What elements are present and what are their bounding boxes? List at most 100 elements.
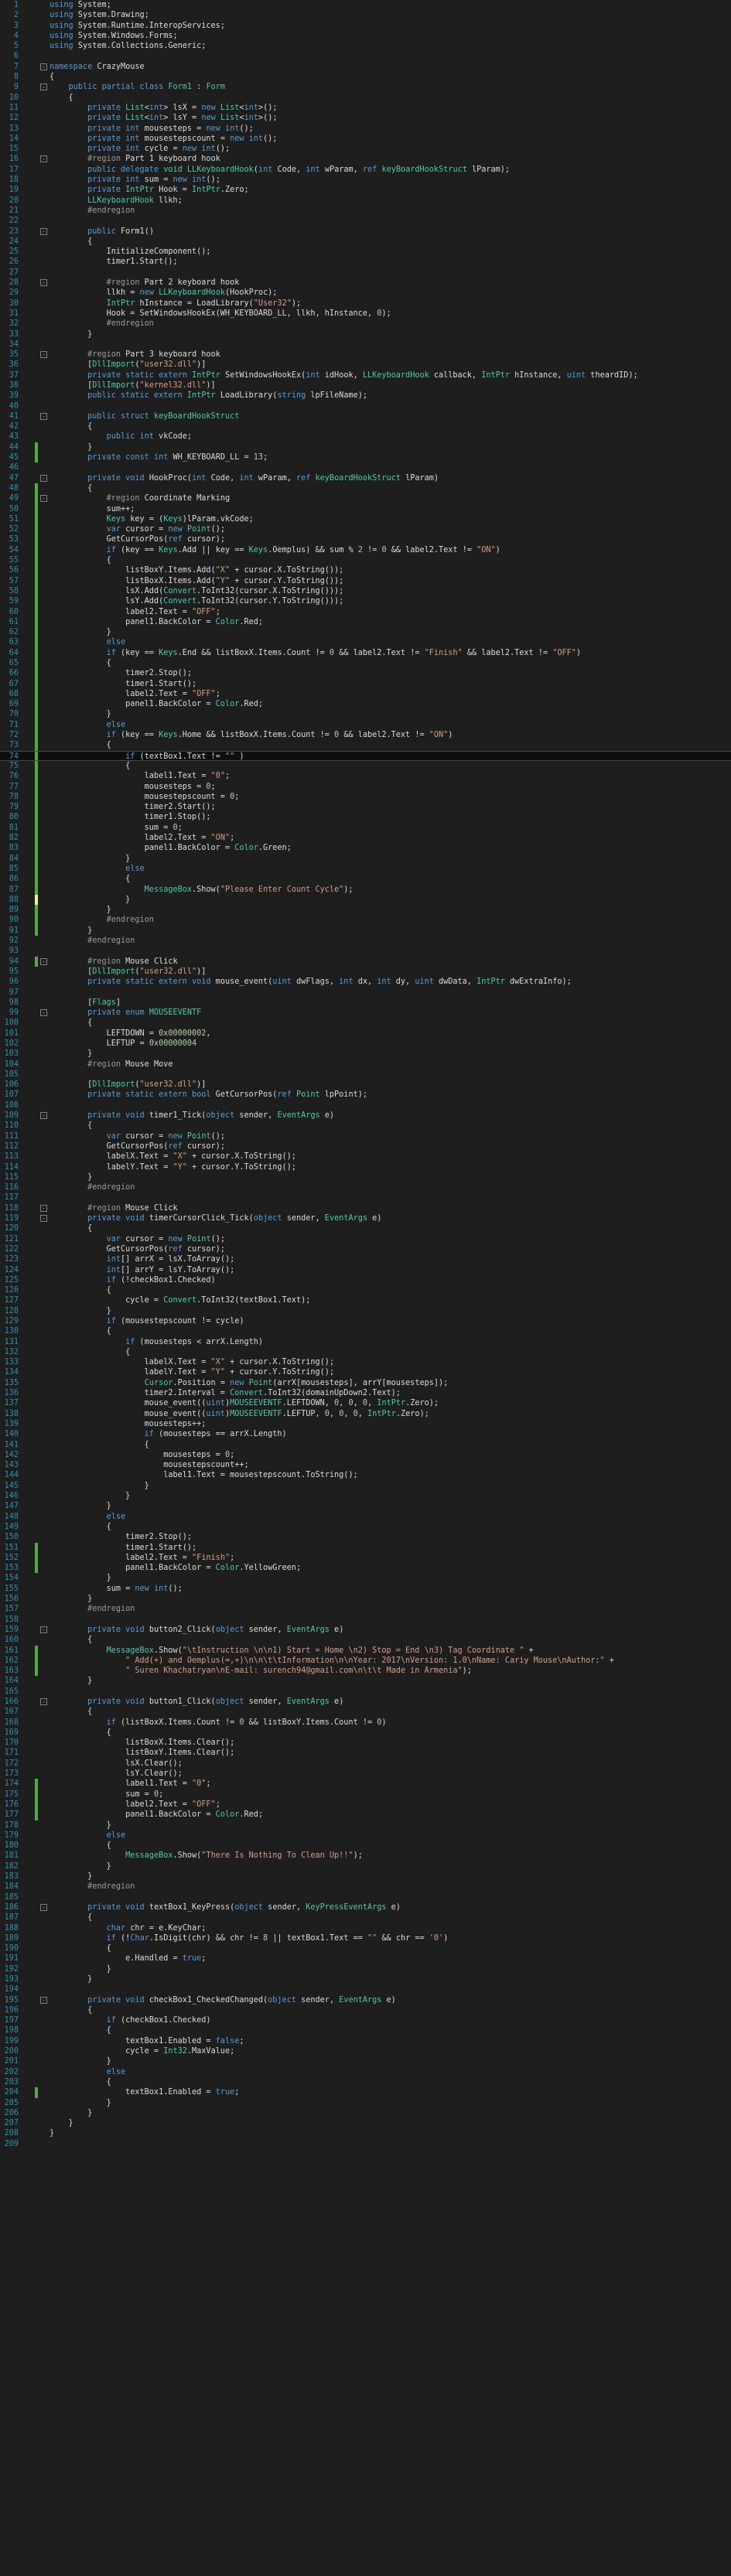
code-line[interactable]: 156 } xyxy=(0,1594,731,1604)
code-line[interactable]: 186 - private void textBox1_KeyPress(obje… xyxy=(0,1902,731,1912)
code-line[interactable]: 4 using System.Windows.Forms; xyxy=(0,31,731,41)
code-line[interactable]: 17 public delegate void LLKeyboardHook(i… xyxy=(0,165,731,175)
code-line[interactable]: 138 mouse_event((uint)MOUSEEVENTF.LEFTUP… xyxy=(0,1409,731,1419)
code-line[interactable]: 95 [DllImport("user32.dll")] xyxy=(0,967,731,977)
code-line[interactable]: 123 int[] arrX = lsX.ToArray(); xyxy=(0,1254,731,1264)
code-line[interactable]: 190 { xyxy=(0,1943,731,1953)
code-line[interactable]: 145 } xyxy=(0,1481,731,1491)
code-line[interactable]: 206 } xyxy=(0,2108,731,2118)
code-line[interactable]: 134 labelY.Text = "Y" + cursor.Y.ToStrin… xyxy=(0,1367,731,1377)
code-line[interactable]: 179 else xyxy=(0,1830,731,1841)
code-line[interactable]: 129 if (mousestepscount != cycle) xyxy=(0,1316,731,1326)
code-line[interactable]: 191 e.Handled = true; xyxy=(0,1953,731,1964)
code-line[interactable]: 79 timer2.Start(); xyxy=(0,802,731,813)
code-line[interactable]: 70 } xyxy=(0,709,731,720)
code-line[interactable]: 8{ xyxy=(0,72,731,82)
code-line[interactable]: 1 using System; xyxy=(0,0,731,10)
code-line[interactable]: 125 if (!checkBox1.Checked) xyxy=(0,1275,731,1285)
code-line[interactable]: 96 private static extern void mouse_even… xyxy=(0,977,731,987)
collapse-icon[interactable]: - xyxy=(40,227,47,235)
code-line[interactable]: 188 char chr = e.KeyChar; xyxy=(0,1923,731,1933)
code-line[interactable]: 55 { xyxy=(0,555,731,566)
collapse-icon[interactable]: - xyxy=(40,1903,47,1911)
code-line[interactable]: 82 label2.Text = "ON"; xyxy=(0,833,731,844)
code-line[interactable]: 150 timer2.Stop(); xyxy=(0,1532,731,1542)
code-line[interactable]: 65 { xyxy=(0,658,731,669)
code-line[interactable]: 171 listBoxY.Items.Clear(); xyxy=(0,1748,731,1758)
code-line[interactable]: 146 } xyxy=(0,1491,731,1501)
code-line[interactable]: 139 mousesteps++; xyxy=(0,1419,731,1429)
code-line[interactable]: 90 #endregion xyxy=(0,915,731,926)
code-line[interactable]: 205 } xyxy=(0,2098,731,2108)
code-line[interactable]: 22 xyxy=(0,216,731,226)
collapse-icon[interactable]: - xyxy=(40,1626,47,1633)
code-line[interactable]: 192 } xyxy=(0,1964,731,1974)
code-line[interactable]: 53 GetCursorPos(ref cursor); xyxy=(0,534,731,545)
code-line[interactable]: 69 panel1.BackColor = Color.Red; xyxy=(0,699,731,710)
code-line[interactable]: 101 LEFTDOWN = 0x00000002, xyxy=(0,1029,731,1039)
code-line[interactable]: 48 { xyxy=(0,483,731,494)
code-line[interactable]: 34 xyxy=(0,339,731,350)
code-line[interactable]: 2 using System.Drawing; xyxy=(0,10,731,20)
code-line[interactable]: 118 - #region Mouse Click xyxy=(0,1203,731,1213)
code-line[interactable]: 74 if (textBox1.Text != "" ) xyxy=(0,750,731,761)
collapse-icon[interactable]: - xyxy=(40,1996,47,2004)
code-line[interactable]: 182 } xyxy=(0,1861,731,1871)
code-line[interactable]: 167 { xyxy=(0,1707,731,1717)
code-line[interactable]: 107 private static extern bool GetCursor… xyxy=(0,1090,731,1100)
code-line[interactable]: 85 else xyxy=(0,863,731,875)
code-line[interactable]: 177 panel1.BackColor = Color.Red; xyxy=(0,1810,731,1820)
code-line[interactable]: 169 { xyxy=(0,1728,731,1738)
collapse-icon[interactable]: - xyxy=(40,957,47,965)
code-line[interactable]: 84 } xyxy=(0,853,731,864)
code-line[interactable]: 189 if (!Char.IsDigit(chr) && chr != 8 |… xyxy=(0,1933,731,1943)
collapse-icon[interactable]: - xyxy=(40,63,47,70)
code-line[interactable]: 16 - #region Part 1 keyboard hook xyxy=(0,154,731,164)
collapse-icon[interactable]: - xyxy=(40,1112,47,1120)
code-line[interactable]: 158 xyxy=(0,1615,731,1625)
code-line[interactable]: 140 if (mousesteps == arrX.Length) xyxy=(0,1429,731,1439)
code-line[interactable]: 102 LEFTUP = 0x00000004 xyxy=(0,1039,731,1049)
code-line[interactable]: 141 { xyxy=(0,1440,731,1450)
code-line[interactable]: 195 - private void checkBox1_CheckedChang… xyxy=(0,1995,731,2005)
code-line[interactable]: 112 GetCursorPos(ref cursor); xyxy=(0,1141,731,1152)
code-line[interactable]: 149 { xyxy=(0,1522,731,1532)
code-line[interactable]: 122 GetCursorPos(ref cursor); xyxy=(0,1244,731,1254)
code-line[interactable]: 52 var cursor = new Point(); xyxy=(0,524,731,535)
code-line[interactable]: 50 sum++; xyxy=(0,503,731,514)
code-line[interactable]: 135 Cursor.Position = new Point(arrX[mou… xyxy=(0,1378,731,1388)
code-line[interactable]: 114 labelY.Text = "Y" + cursor.Y.ToStrin… xyxy=(0,1162,731,1172)
code-line[interactable]: 185 xyxy=(0,1892,731,1902)
code-line[interactable]: 196 { xyxy=(0,2005,731,2015)
code-line[interactable]: 40 xyxy=(0,401,731,411)
code-line[interactable]: 75 { xyxy=(0,760,731,772)
code-line[interactable]: 168 if (listBoxX.Items.Count != 0 && lis… xyxy=(0,1718,731,1728)
code-line[interactable]: 63 else xyxy=(0,637,731,648)
code-line[interactable]: 147 } xyxy=(0,1501,731,1511)
code-editor[interactable]: 1 using System; 2 using System.Drawing; 3 usi… xyxy=(0,0,731,2576)
collapse-icon[interactable]: - xyxy=(40,495,47,503)
code-line[interactable]: 143 mousestepscount++; xyxy=(0,1460,731,1470)
code-line[interactable]: 68 label2.Text = "OFF"; xyxy=(0,688,731,700)
code-line[interactable]: 116 #endregion xyxy=(0,1182,731,1192)
code-line[interactable]: 24 { xyxy=(0,237,731,247)
code-line[interactable]: 193 } xyxy=(0,1974,731,1984)
code-line[interactable]: 49 - #region Coordinate Marking xyxy=(0,493,731,504)
code-line[interactable]: 173 lsY.Clear(); xyxy=(0,1769,731,1779)
collapse-icon[interactable]: - xyxy=(40,155,47,163)
code-line[interactable]: 201 } xyxy=(0,2056,731,2066)
code-line[interactable]: 154 } xyxy=(0,1573,731,1583)
code-line[interactable]: 56 listBoxY.Items.Add("X" + cursor.X.ToS… xyxy=(0,565,731,576)
code-line[interactable]: 184 #endregion xyxy=(0,1882,731,1892)
code-line[interactable]: 6 xyxy=(0,51,731,61)
code-line[interactable]: 128 } xyxy=(0,1306,731,1316)
code-line[interactable]: 164 } xyxy=(0,1676,731,1686)
code-line[interactable]: 121 var cursor = new Point(); xyxy=(0,1234,731,1244)
code-line[interactable]: 197 if (checkBox1.Checked) xyxy=(0,2015,731,2025)
code-line[interactable]: 204 textBox1.Enabled = true; xyxy=(0,2087,731,2098)
code-line[interactable]: 66 timer2.Stop(); xyxy=(0,668,731,679)
code-line[interactable]: 20 LLKeyboardHook llkh; xyxy=(0,196,731,206)
code-line[interactable]: 44 } xyxy=(0,442,731,453)
code-line[interactable]: 136 timer2.Interval = Convert.ToInt32(do… xyxy=(0,1388,731,1398)
code-line[interactable]: 43 public int vkCode; xyxy=(0,432,731,442)
